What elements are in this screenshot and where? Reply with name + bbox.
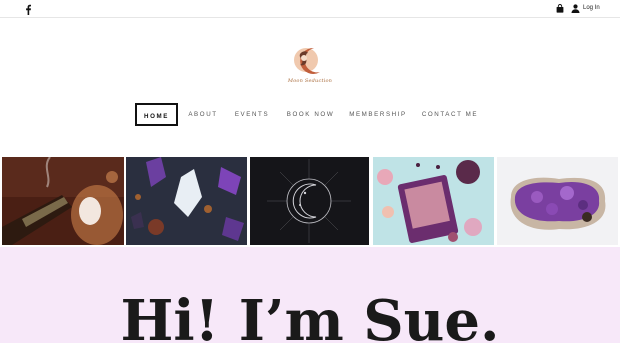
- top-utility-bar: Log In: [0, 0, 620, 18]
- moon-illustration-photo[interactable]: [250, 157, 369, 245]
- nav-item-about[interactable]: ABOUT: [184, 103, 222, 126]
- nav-item-home[interactable]: HOME: [135, 103, 178, 126]
- nav-item-contact-me[interactable]: CONTACT ME: [419, 103, 481, 126]
- logo-wordmark: Moon Seduction: [287, 78, 333, 84]
- image-gallery: [0, 157, 620, 245]
- hero-title: Hi! I’m Sue.: [120, 288, 500, 343]
- nav-item-book-now[interactable]: BOOK NOW: [283, 103, 338, 126]
- sage-smudge-photo[interactable]: [2, 157, 124, 245]
- user-icon[interactable]: [571, 4, 580, 13]
- hero-section: Hi! I’m Sue.: [0, 247, 620, 343]
- nav-item-membership[interactable]: MEMBERSHIP: [346, 103, 410, 126]
- nav-item-events[interactable]: EVENTS: [231, 103, 273, 126]
- crystals-photo[interactable]: [126, 157, 247, 245]
- main-navigation: HOME ABOUT EVENTS BOOK NOW MEMBERSHIP CO…: [0, 103, 620, 126]
- oracle-cards-photo[interactable]: [373, 157, 494, 245]
- facebook-icon[interactable]: [24, 4, 32, 15]
- shopping-bag-icon[interactable]: [556, 4, 564, 13]
- login-link[interactable]: Log In: [583, 5, 600, 11]
- amethyst-geode-photo[interactable]: [497, 157, 618, 245]
